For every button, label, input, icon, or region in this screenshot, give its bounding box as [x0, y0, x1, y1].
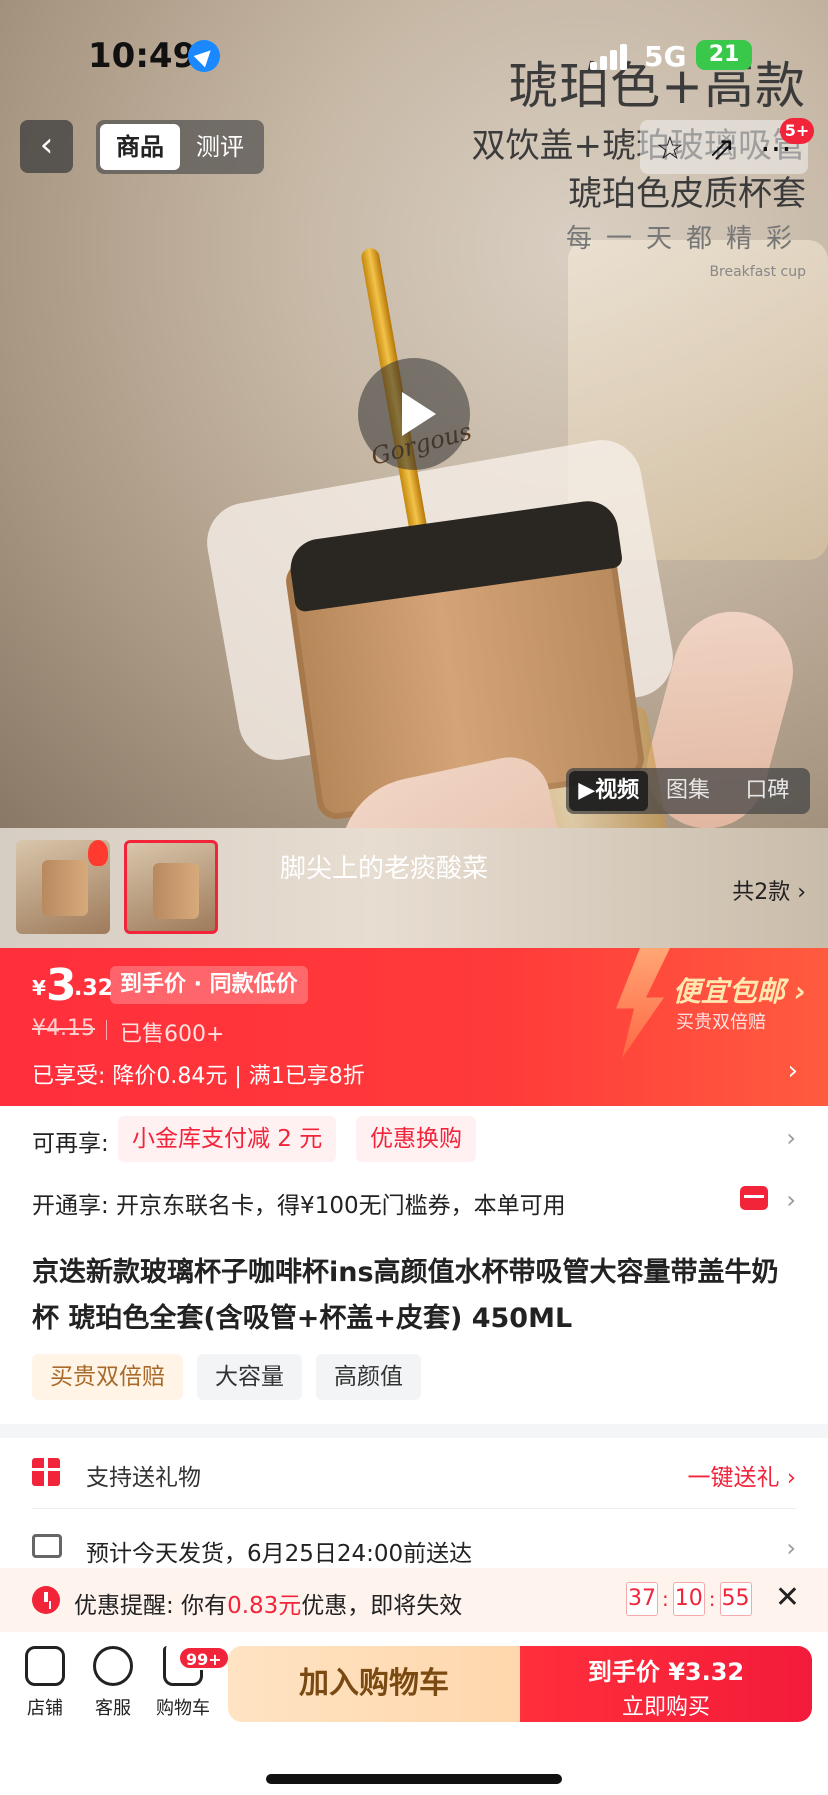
variant-count-link[interactable]: 共2款 ›	[732, 874, 806, 906]
reminder-amount: 0.83元	[227, 1593, 302, 1619]
cart-label: 购物车	[156, 1698, 210, 1719]
divider	[32, 1508, 796, 1509]
chat-icon	[93, 1646, 133, 1686]
discount-reminder[interactable]: 优惠提醒: 你有0.83元优惠，即将失效 37 : 10 : 55 ✕	[0, 1568, 828, 1632]
close-icon[interactable]: ✕	[775, 1580, 800, 1615]
send-gift-link[interactable]: 一键送礼 ›	[687, 1458, 796, 1492]
hot-icon	[88, 840, 108, 866]
price-tag: 到手价 · 同款低价	[110, 966, 308, 1004]
gift-label: 支持送礼物	[86, 1465, 201, 1491]
reminder-text: 优惠提醒: 你有0.83元优惠，即将失效	[74, 1593, 463, 1619]
gift-row[interactable]: 支持送礼物 一键送礼 ›	[0, 1438, 828, 1510]
thumb-cup	[153, 863, 199, 919]
original-price: ¥4.15	[32, 1016, 95, 1041]
page-tab-switch: 商品 测评	[96, 120, 264, 174]
lightning-icon	[616, 948, 670, 1058]
media-tab-reviews[interactable]: 口碑	[728, 771, 807, 811]
service-button[interactable]: 客服	[78, 1646, 148, 1720]
variant-thumb-2[interactable]	[124, 840, 218, 934]
status-time: 10:49	[88, 36, 197, 76]
truck-icon	[32, 1534, 62, 1558]
hero-line-4: 每一天都精彩	[565, 224, 806, 254]
promo-chip-exchange[interactable]: 优惠换购	[356, 1116, 476, 1162]
media-tab-video[interactable]: ▶视频	[569, 771, 649, 811]
variant-overlay-name: 脚尖上的老痰酸菜	[280, 854, 489, 884]
promo-chip-wallet[interactable]: 小金库支付减 2 元	[118, 1116, 337, 1162]
price-minor: .32	[74, 976, 113, 1001]
free-shipping-badge[interactable]: 便宜包邮 ›	[673, 970, 806, 1010]
tag-good-looking[interactable]: 高颜值	[316, 1354, 421, 1400]
buy-label: 立即购买	[621, 1695, 710, 1720]
tab-product[interactable]: 商品	[100, 124, 180, 170]
section-gap	[0, 1424, 828, 1438]
timer-hours: 37	[626, 1582, 658, 1616]
hero-line-5: Breakfast cup	[709, 264, 806, 280]
store-button[interactable]: 店铺	[10, 1646, 80, 1720]
price-major: 3	[46, 960, 77, 1011]
cart-badge: 99+	[178, 1646, 230, 1670]
tab-review[interactable]: 测评	[180, 124, 260, 170]
card-promo-text: 开通享: 开京东联名卡，得¥100无门槛券，本单可用	[32, 1193, 566, 1219]
variant-strip: 脚尖上的老痰酸菜 共2款 ›	[0, 828, 828, 948]
home-indicator[interactable]	[266, 1774, 562, 1784]
gift-icon	[32, 1458, 60, 1486]
variant-thumb-1[interactable]	[16, 840, 110, 934]
chevron-right-icon[interactable]: ›	[786, 1186, 796, 1214]
share-icon[interactable]: ⇗	[702, 128, 742, 168]
add-to-cart-button[interactable]: 加入购物车	[228, 1646, 520, 1722]
tag-large-capacity[interactable]: 大容量	[197, 1354, 302, 1400]
card-promo-row[interactable]: 开通享: 开京东联名卡，得¥100无门槛券，本单可用 ›	[0, 1172, 828, 1234]
discount-summary: 已享受: 降价0.84元 | 满1已享8折	[32, 1064, 365, 1089]
timer-seconds: 55	[719, 1582, 752, 1616]
location-icon	[188, 40, 220, 72]
buy-now-button[interactable]: 到手价 ¥3.32 立即购买	[520, 1646, 812, 1722]
extra-promo-label: 可再享:	[32, 1131, 109, 1157]
back-button[interactable]: ‹	[20, 120, 73, 173]
media-tab-gallery[interactable]: 图集	[648, 771, 727, 811]
divider	[106, 1020, 107, 1040]
card-icon	[740, 1186, 768, 1210]
shipping-estimate: 预计今天发货，6月25日24:00前送达	[86, 1541, 473, 1567]
network-type: 5G	[644, 40, 687, 73]
battery-icon: 21	[696, 40, 752, 70]
store-icon	[25, 1646, 65, 1686]
bottom-action-bar: 店铺 客服 购物车 99+ 加入购物车 到手价 ¥3.32 立即购买	[0, 1632, 828, 1795]
store-label: 店铺	[27, 1698, 63, 1719]
price-guarantee: 买贵双倍赔	[676, 1012, 766, 1033]
countdown-timer: 37 : 10 : 55	[626, 1582, 752, 1616]
sold-count: 已售600+	[120, 1022, 225, 1047]
signal-icon	[590, 44, 630, 70]
price-banner[interactable]: ¥ 3 .32 到手价 · 同款低价 ¥4.15 已售600+ 已享受: 降价0…	[0, 948, 828, 1106]
product-title: 京迭新款玻璃杯子咖啡杯ins高颜值水杯带吸管大容量带盖牛奶杯 琥珀色全套(含吸管…	[32, 1257, 779, 1334]
media-tabs: ▶视频 图集 口碑	[566, 768, 810, 814]
thumb-cup	[42, 860, 88, 916]
product-tags: 买贵双倍赔 大容量 高颜值	[32, 1354, 421, 1400]
price-currency: ¥	[32, 976, 46, 1000]
buy-price: 到手价 ¥3.32	[587, 1658, 745, 1686]
service-label: 客服	[95, 1698, 131, 1719]
play-video-icon[interactable]	[358, 358, 470, 470]
chevron-right-icon[interactable]: ›	[788, 1056, 798, 1086]
cup-illustration	[140, 246, 807, 828]
timer-minutes: 10	[672, 1582, 705, 1616]
clock-icon	[32, 1586, 60, 1614]
message-badge: 5+	[780, 118, 814, 144]
chevron-right-icon[interactable]: ›	[786, 1124, 796, 1152]
extra-promo-row[interactable]: 可再享: 小金库支付减 2 元 优惠换购 ›	[0, 1106, 828, 1170]
star-icon[interactable]: ☆	[650, 128, 690, 168]
status-bar: 10:49 5G 21	[0, 0, 828, 110]
tag-price-guarantee[interactable]: 买贵双倍赔	[32, 1354, 183, 1400]
chevron-right-icon[interactable]: ›	[786, 1534, 796, 1562]
